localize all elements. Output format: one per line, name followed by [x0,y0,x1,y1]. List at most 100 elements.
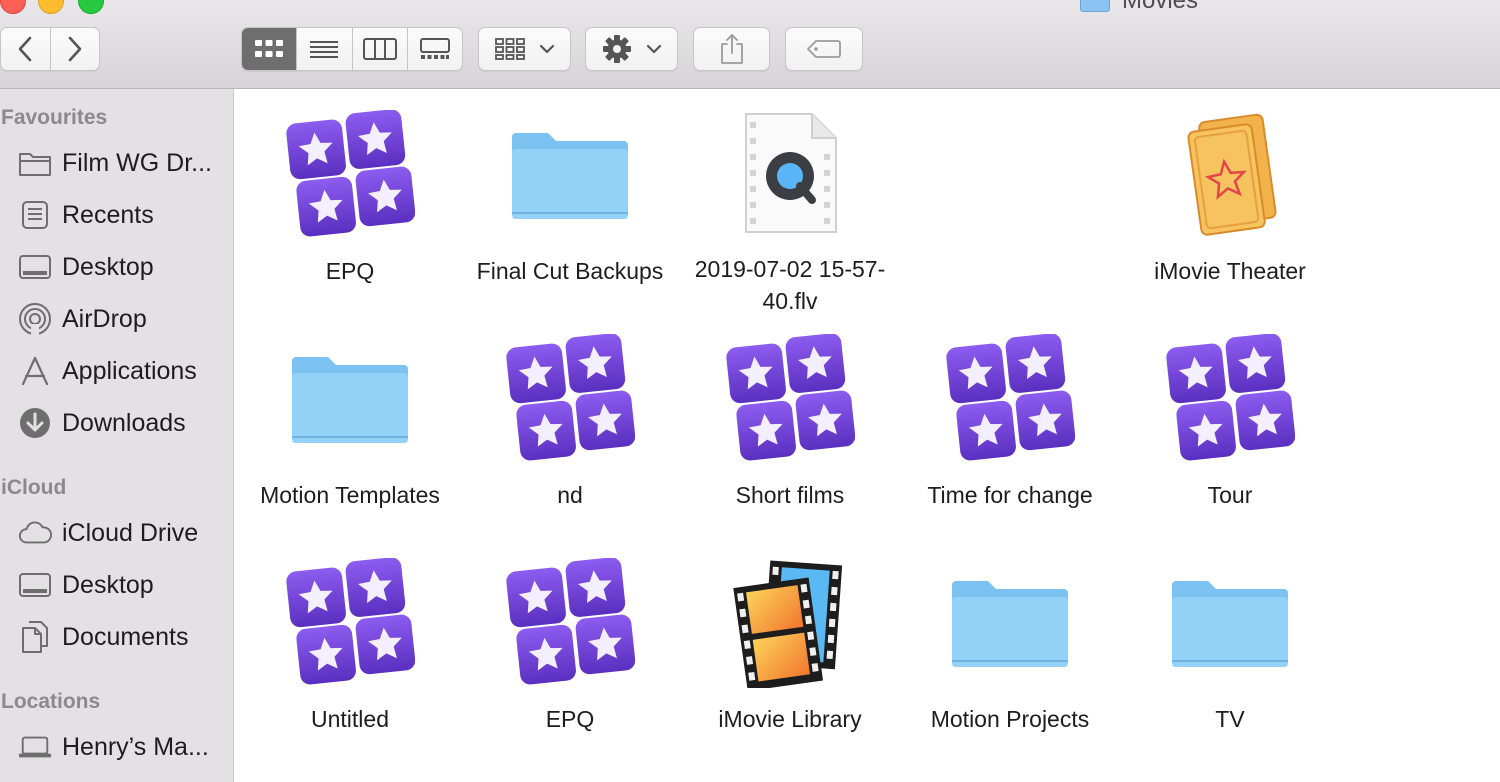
action-menu-button[interactable] [585,27,678,71]
file-item-untitled[interactable]: Untitled [240,545,460,765]
window-title-label: Movies [1122,0,1199,14]
sidebar-item-airdrop[interactable]: AirDrop [18,299,232,339]
sidebar-item-recents[interactable]: Recents [18,195,232,235]
sidebar-item-desktop[interactable]: Desktop [18,247,232,287]
file-item-tour[interactable]: Tour [1120,321,1340,541]
column-view-button[interactable] [351,28,407,70]
sidebar-item-label: iCloud Drive [62,518,199,547]
drive-icon [18,776,52,782]
sidebar: Favourites Film WG Dr... Recents Desktop… [0,89,234,782]
group-grid-icon [494,38,525,60]
laptop-icon [18,730,52,764]
downloads-icon [18,406,52,440]
sidebar-item-icloud-desktop[interactable]: Desktop [18,565,232,605]
sidebar-item-icloud-drive[interactable]: iCloud Drive [18,513,232,553]
sidebar-heading-icloud: iCloud [1,476,67,499]
folder-icon [1160,553,1300,693]
share-button[interactable] [693,27,770,71]
sidebar-item-partial[interactable] [18,773,232,782]
file-name: EPQ [545,706,595,732]
file-name: iMovie Theater [1154,258,1306,284]
file-item-motion-templates[interactable]: Motion Templates [240,321,460,541]
folder-icon [18,146,52,180]
sidebar-item-label: Documents [62,622,189,651]
desktop-icon [18,250,52,284]
gallery-view-button[interactable] [406,28,462,70]
icon-grid-icon [255,40,284,57]
file-name: Short films [735,482,845,508]
file-name: TV [1215,706,1245,732]
documents-icon [18,620,52,654]
list-view-button[interactable] [296,28,351,70]
columns-icon [362,38,397,60]
forward-button[interactable] [49,28,100,70]
window-title: Movies [1080,0,1198,14]
group-by-button[interactable] [478,27,571,71]
file-name: Motion Projects [930,706,1090,732]
imovie-theater-icon [1160,105,1300,245]
sidebar-item-applications[interactable]: Applications [18,351,232,391]
file-item-epq[interactable]: EPQ [240,97,460,317]
file-item-final-cut-backups[interactable]: Final Cut Backups [460,97,680,317]
share-icon [720,34,743,64]
imovie-project-icon [1160,329,1300,469]
sidebar-item-label: Desktop [62,252,154,281]
sidebar-item-label: Recents [62,200,154,229]
imovie-project-icon [720,329,860,469]
cloud-icon [18,516,52,550]
file-name: Tour [1207,482,1253,508]
imovie-project-icon [280,553,420,693]
file-name: Untitled [311,706,389,732]
file-item-imovie-theater[interactable]: iMovie Theater [1120,97,1340,317]
folder-icon [280,329,420,469]
toolbar: Movies [0,0,1500,89]
sidebar-item-label: Film WG Dr... [62,148,212,177]
sidebar-item-label: Desktop [62,570,154,599]
sidebar-item-documents[interactable]: Documents [18,617,232,657]
file-item-imovie-library[interactable]: iMovie Library [680,545,900,765]
recents-icon [18,198,52,232]
imovie-project-icon [500,553,640,693]
edit-tags-button[interactable] [785,27,863,71]
file-item-epq-2[interactable]: EPQ [460,545,680,765]
imovie-project-icon [940,329,1080,469]
file-grid: EPQ Final Cut Backups 2019-07-02 15-57-4… [234,89,1500,782]
file-item-short-films[interactable]: Short films [680,321,900,541]
file-item-motion-projects[interactable]: Motion Projects [900,545,1120,765]
quicktime-file-icon [720,105,860,243]
navigation-group [0,27,100,71]
file-item-time-for-change[interactable]: Time for change [900,321,1120,541]
file-name: EPQ [325,258,375,284]
sidebar-item-henrys-mac[interactable]: Henry’s Ma... [18,727,232,767]
imovie-project-icon [280,105,420,245]
sidebar-item-downloads[interactable]: Downloads [18,403,232,443]
folder-icon [940,553,1080,693]
sidebar-item-label: Downloads [62,408,186,437]
file-item-tv[interactable]: TV [1120,545,1340,765]
airdrop-icon [18,302,52,336]
file-item-nd[interactable]: nd [460,321,680,541]
applications-icon [18,354,52,388]
chevron-down-icon [646,44,661,54]
close-window-button[interactable] [0,0,26,14]
chevron-right-icon [68,36,82,62]
folder-icon [500,105,640,245]
minimize-window-button[interactable] [38,0,64,14]
zoom-window-button[interactable] [78,0,104,14]
imovie-project-icon [500,329,640,469]
view-mode-control [241,27,463,71]
file-item-flv[interactable]: 2019-07-02 15-57-40.flv [680,97,900,317]
sidebar-item-label: AirDrop [62,304,147,333]
back-button[interactable] [1,28,50,70]
file-name: iMovie Library [718,706,862,732]
icon-view-button[interactable] [242,28,297,70]
file-name: Final Cut Backups [476,258,664,284]
gear-icon [602,35,631,63]
tag-icon [807,40,841,58]
gallery-icon [419,38,450,59]
chevron-left-icon [18,36,32,62]
file-name: 2019-07-02 15-57-40.flv [694,256,886,314]
imovie-library-icon [720,553,860,693]
sidebar-item-film-wg[interactable]: Film WG Dr... [18,143,232,183]
file-name: Motion Templates [260,482,440,508]
